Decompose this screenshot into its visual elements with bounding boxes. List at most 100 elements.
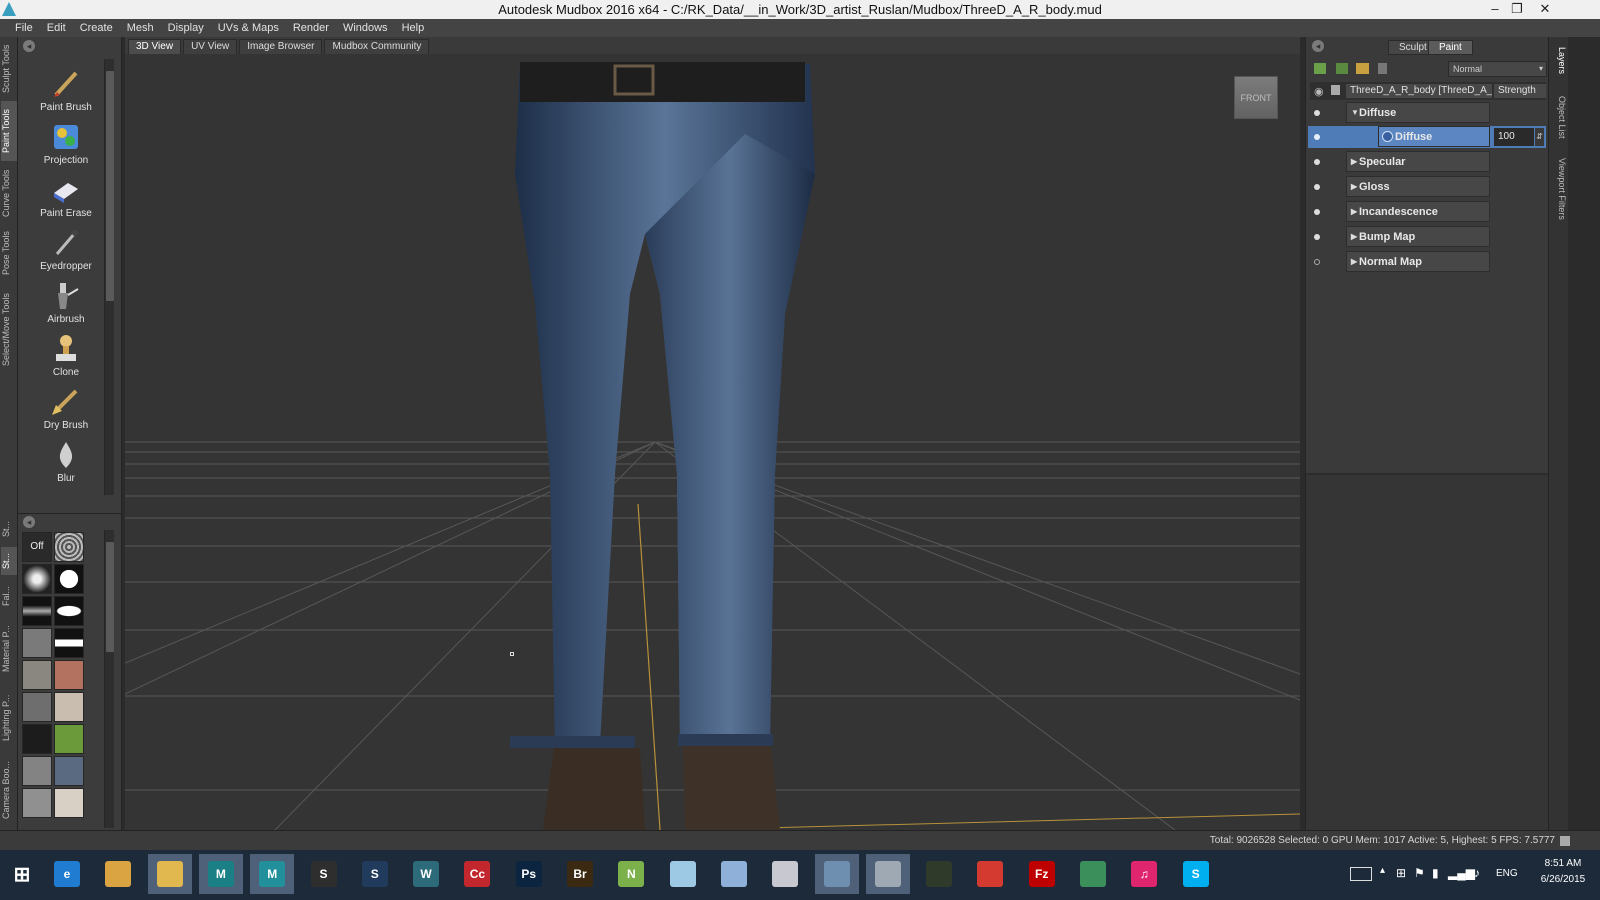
tab-stencil[interactable]: St... [1, 547, 17, 575]
visibility-icon[interactable] [1314, 184, 1320, 190]
layer-group-bump-map[interactable]: ▶ Bump Map [1308, 226, 1544, 248]
stamp-off[interactable]: Off [22, 532, 52, 562]
collapsed-triangle-icon[interactable]: ▶ [1351, 227, 1357, 247]
tab-uv-view[interactable]: UV View [183, 39, 238, 54]
layer-group-specular[interactable]: ▶ Specular [1308, 151, 1544, 173]
stamp-scales[interactable] [54, 756, 84, 786]
visibility-icon[interactable] [1314, 234, 1320, 240]
language-indicator[interactable]: ENG [1496, 868, 1518, 879]
menu-help[interactable]: Help [395, 22, 432, 34]
taskbar-button[interactable] [917, 854, 961, 894]
volume-icon[interactable]: ♪ [1474, 866, 1480, 880]
panel-options-icon[interactable]: ◂ [23, 516, 35, 528]
scrollbar-thumb[interactable] [106, 71, 114, 301]
layer-group-gloss[interactable]: ▶ Gloss [1308, 176, 1544, 198]
tab-image-browser[interactable]: Image Browser [239, 39, 323, 54]
tool-projection[interactable]: Projection [18, 120, 114, 166]
tool-airbrush[interactable]: Airbrush [18, 279, 114, 325]
stamp-streak[interactable] [22, 596, 52, 626]
stamp-splatter[interactable] [22, 564, 52, 594]
flag-icon[interactable]: ⚑ [1414, 866, 1425, 880]
collapsed-triangle-icon[interactable]: ▶ [1351, 202, 1357, 222]
collapsed-triangle-icon[interactable]: ▶ [1351, 177, 1357, 197]
blend-mode-select[interactable]: Normal ▾ [1448, 61, 1547, 77]
taskbar-button[interactable] [712, 854, 756, 894]
visibility-icon[interactable] [1314, 209, 1320, 215]
network-icon[interactable]: ▂▄▆ [1448, 866, 1475, 880]
menu-display[interactable]: Display [161, 22, 211, 34]
taskbar-button[interactable]: N [609, 854, 653, 894]
stamp-stone[interactable] [22, 660, 52, 690]
taskbar-button[interactable] [968, 854, 1012, 894]
visibility-icon[interactable] [1314, 259, 1320, 265]
tool-paint-brush[interactable]: Paint Brush [18, 67, 114, 113]
expanded-triangle-icon[interactable]: ▼ [1351, 103, 1359, 123]
tab-stamp[interactable]: St... [1, 517, 17, 541]
scrollbar-thumb[interactable] [106, 542, 114, 652]
close-icon[interactable]: ✕ [1534, 0, 1556, 19]
visibility-icon[interactable] [1314, 110, 1320, 116]
tool-dry-brush[interactable]: Dry Brush [18, 385, 114, 431]
taskbar-button[interactable]: M [198, 854, 243, 894]
tab-paint-tools[interactable]: Paint Tools [1, 101, 17, 161]
tool-blur[interactable]: Blur [18, 438, 114, 484]
panel-options-icon[interactable]: ◂ [1312, 40, 1324, 52]
tab-material-presets[interactable]: Material P... [1, 617, 17, 681]
menu-create[interactable]: Create [73, 22, 120, 34]
stamp-grass[interactable] [54, 724, 84, 754]
duplicate-layer-icon[interactable] [1336, 63, 1348, 74]
tab-layers[interactable]: Layers [1551, 41, 1567, 81]
taskbar-button[interactable]: M [250, 854, 295, 894]
taskbar-button[interactable]: e [45, 854, 89, 894]
tab-curve-tools[interactable]: Curve Tools [1, 165, 17, 221]
minimize-icon[interactable]: – [1484, 0, 1506, 19]
taskbar-button[interactable]: ♫ [1122, 854, 1166, 894]
stamp-noise[interactable] [54, 532, 84, 562]
delete-layer-icon[interactable] [1378, 63, 1387, 74]
layer-diffuse-selected[interactable]: Diffuse 100 ⇵ [1308, 126, 1546, 148]
stamp-marble[interactable] [54, 692, 84, 722]
taskbar-button[interactable]: W [404, 854, 448, 894]
stamp-rock[interactable] [22, 756, 52, 786]
stamp-paper[interactable] [54, 788, 84, 818]
view-cube-front[interactable]: FRONT [1234, 76, 1278, 119]
stamp-circle[interactable] [54, 564, 84, 594]
stamp-gray[interactable] [22, 628, 52, 658]
tab-object-list[interactable]: Object List [1551, 89, 1567, 145]
stamp-line[interactable] [54, 628, 84, 658]
menu-windows[interactable]: Windows [336, 22, 395, 34]
collapsed-triangle-icon[interactable]: ▶ [1351, 252, 1357, 272]
power-icon[interactable]: ▮ [1432, 866, 1439, 880]
lock-icon[interactable] [1331, 85, 1340, 95]
folder-icon[interactable] [1356, 63, 1369, 74]
tab-pose-tools[interactable]: Pose Tools [1, 225, 17, 281]
taskbar-button[interactable]: S [302, 854, 346, 894]
layer-group-incandescence[interactable]: ▶ Incandescence [1308, 201, 1544, 223]
tab-3d-view[interactable]: 3D View [128, 39, 182, 54]
clock-date[interactable]: 6/26/2015 [1532, 874, 1594, 885]
menu-uvs-maps[interactable]: UVs & Maps [211, 22, 286, 34]
menu-mesh[interactable]: Mesh [120, 22, 161, 34]
stamp-plaster[interactable] [22, 788, 52, 818]
stamp-panel-scrollbar[interactable] [104, 530, 114, 828]
taskbar-button[interactable]: Fz [1020, 854, 1064, 894]
collapsed-triangle-icon[interactable]: ▶ [1351, 152, 1357, 172]
tool-panel-scrollbar[interactable] [104, 59, 114, 495]
visibility-icon[interactable] [1314, 134, 1320, 140]
menu-render[interactable]: Render [286, 22, 336, 34]
taskbar-button[interactable] [661, 854, 705, 894]
tab-viewport-filters[interactable]: Viewport Filters [1551, 151, 1567, 227]
tab-camera-bookmarks[interactable]: Camera Boo... [1, 755, 17, 825]
stamp-brick[interactable] [54, 660, 84, 690]
3d-viewport[interactable]: FRONT [125, 54, 1300, 830]
taskbar-button[interactable] [147, 854, 192, 894]
restore-icon[interactable]: ❐ [1506, 0, 1528, 19]
layer-group-normal-map[interactable]: ▶ Normal Map [1308, 251, 1544, 273]
tool-paint-erase[interactable]: Paint Erase [18, 173, 114, 219]
tab-mudbox-community[interactable]: Mudbox Community [324, 39, 430, 54]
taskbar-button[interactable]: Cc [455, 854, 499, 894]
taskbar-button[interactable] [865, 854, 910, 894]
panel-options-icon[interactable]: ◂ [23, 40, 35, 52]
clock-time[interactable]: 8:51 AM [1532, 858, 1594, 869]
eye-icon[interactable]: ◉ [1314, 85, 1324, 98]
